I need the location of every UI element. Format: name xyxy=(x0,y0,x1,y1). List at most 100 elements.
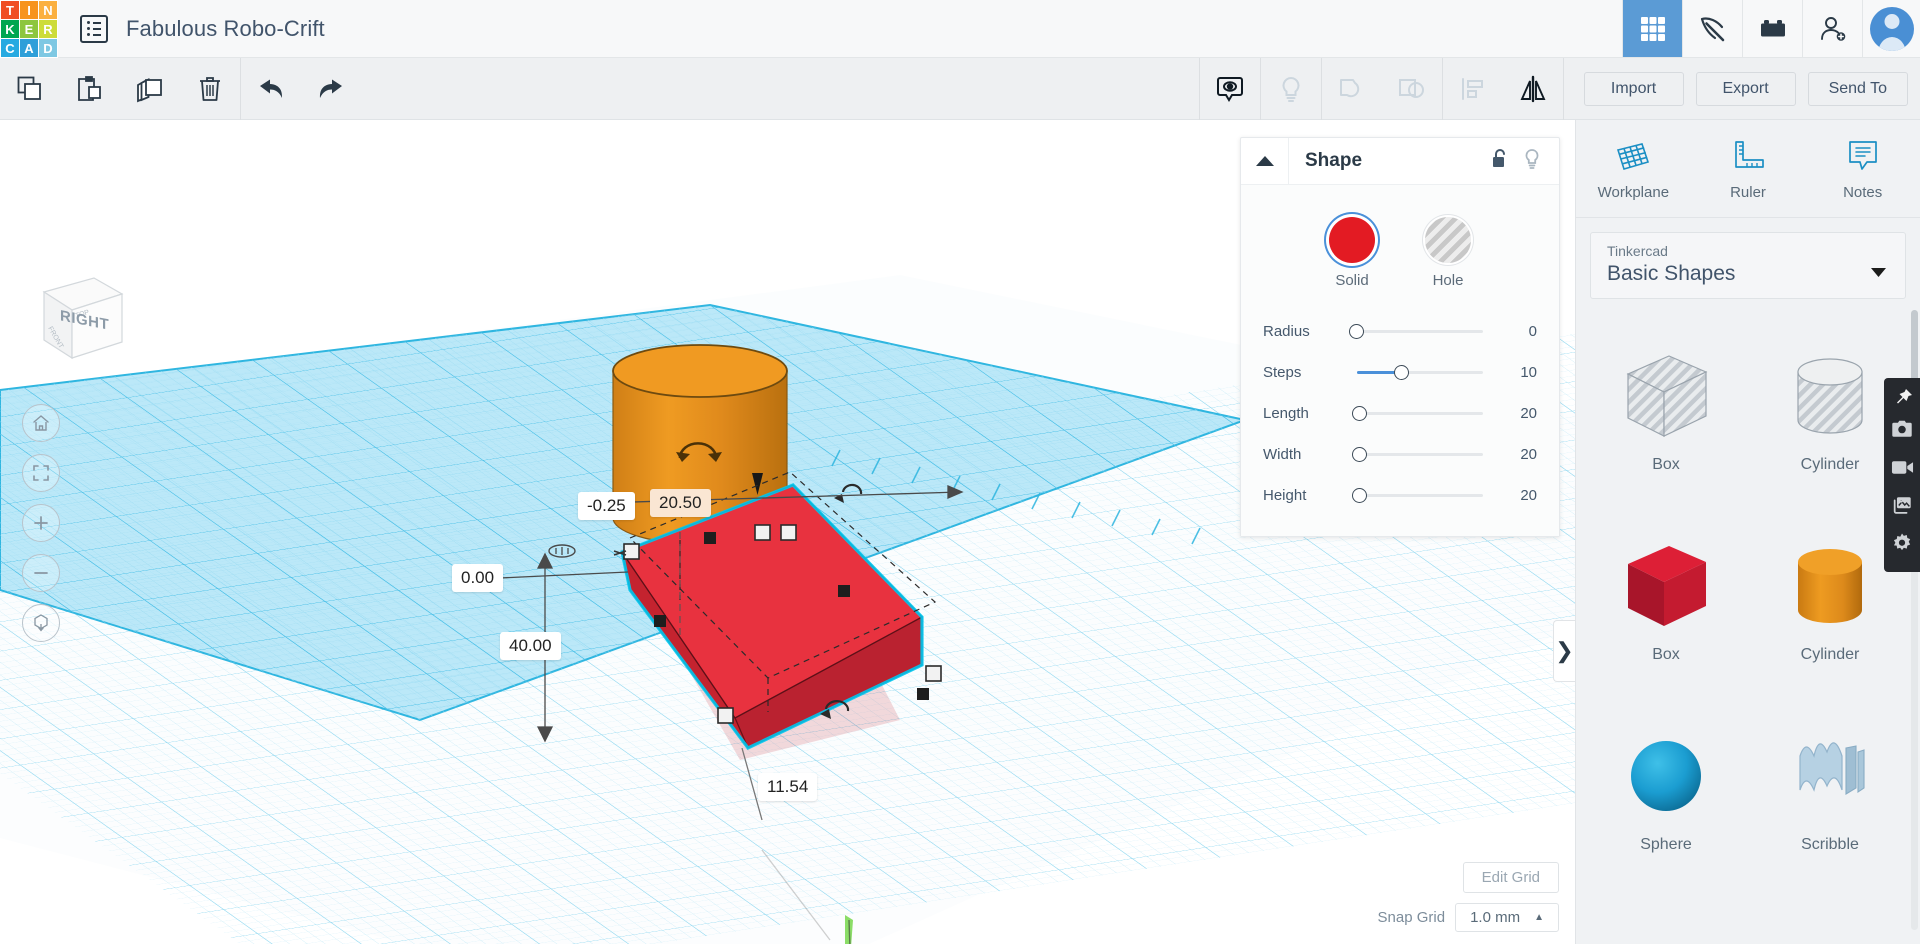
shape-scribble-label: Scribble xyxy=(1801,836,1859,854)
caret-down-icon xyxy=(1870,265,1887,283)
dim-x-position[interactable]: 11.54 xyxy=(758,773,817,801)
length-label: Length xyxy=(1263,405,1349,422)
tinkercad-logo[interactable]: TINKERCAD xyxy=(0,0,58,58)
steps-slider[interactable] xyxy=(1349,364,1497,382)
shape-mode-row: Solid Hole xyxy=(1241,203,1559,311)
dim-z-offset[interactable]: -0.25 xyxy=(578,492,635,520)
zoom-out-button[interactable] xyxy=(22,554,60,592)
shapes-sidebar: Workplane Ruler Notes Tinkercad Basic Sh… xyxy=(1575,120,1920,944)
shape-cylinder-hole-label: Cylinder xyxy=(1801,456,1860,474)
logo-tile-e: E xyxy=(20,20,38,38)
dim-height[interactable]: 20.50 xyxy=(650,489,711,517)
radius-label: Radius xyxy=(1263,323,1349,340)
width-slider[interactable] xyxy=(1349,446,1497,464)
pin-icon[interactable] xyxy=(1886,384,1920,410)
duplicate-icon[interactable] xyxy=(120,58,180,120)
grid-gallery-icon[interactable] xyxy=(1622,0,1682,57)
ruler-label: Ruler xyxy=(1730,184,1766,201)
zoom-in-button[interactable] xyxy=(22,504,60,542)
hole-mode-button[interactable]: Hole xyxy=(1425,217,1471,289)
gear-icon[interactable] xyxy=(1884,524,1920,562)
floating-capture-toolbar xyxy=(1884,378,1920,572)
lightbulb-icon[interactable] xyxy=(1261,58,1321,120)
shape-library-dropdown[interactable]: Tinkercad Basic Shapes xyxy=(1590,232,1906,299)
height-slider[interactable] xyxy=(1349,487,1497,505)
logo-tile-c: C xyxy=(1,39,19,57)
import-button[interactable]: Import xyxy=(1584,72,1684,106)
top-header-bar: TINKERCAD Fabulous Robo-Crift xyxy=(0,0,1920,58)
undo-icon[interactable] xyxy=(241,58,301,120)
library-name-label: Basic Shapes xyxy=(1607,262,1889,286)
sidebar-tools-row: Workplane Ruler Notes xyxy=(1576,120,1920,218)
chevron-up-icon[interactable] xyxy=(1241,138,1289,184)
header-left-group: Fabulous Robo-Crift xyxy=(58,0,325,57)
notes-label: Notes xyxy=(1843,184,1882,201)
shape-inspector-panel: Shape S xyxy=(1240,137,1560,537)
shape-gallery: Box Cylinder Box xyxy=(1576,302,1920,944)
slider-row-radius: Radius 0 xyxy=(1241,311,1559,352)
history-tools-group xyxy=(241,58,361,120)
sidebar-item-workplane[interactable]: Workplane xyxy=(1576,120,1691,217)
sidebar-item-ruler[interactable]: Ruler xyxy=(1691,120,1806,217)
solid-mode-button[interactable]: Solid xyxy=(1329,217,1375,289)
slider-row-width: Width 20 xyxy=(1241,434,1559,475)
length-value: 20 xyxy=(1497,405,1537,422)
shape-box-hole[interactable]: Box xyxy=(1584,316,1748,506)
show-hide-icon[interactable] xyxy=(1200,58,1260,120)
steps-label: Steps xyxy=(1263,364,1349,381)
lego-brick-icon[interactable] xyxy=(1742,0,1802,57)
radius-slider[interactable] xyxy=(1349,323,1497,341)
fit-to-view-button[interactable] xyxy=(22,454,60,492)
group-icon[interactable] xyxy=(1322,58,1382,120)
add-user-icon[interactable] xyxy=(1802,0,1862,57)
logo-tile-r: R xyxy=(39,20,57,38)
lightbulb-icon[interactable] xyxy=(1523,148,1541,175)
pickaxe-icon[interactable] xyxy=(1682,0,1742,57)
paste-icon[interactable] xyxy=(60,58,120,120)
shape-box-solid[interactable]: Box xyxy=(1584,506,1748,696)
header-right-group xyxy=(1622,0,1920,57)
logo-tile-a: A xyxy=(20,39,38,57)
width-value: 20 xyxy=(1497,446,1537,463)
hole-pattern-swatch[interactable] xyxy=(1425,217,1471,263)
length-slider[interactable] xyxy=(1349,405,1497,423)
view-cube[interactable]: TOP FRONT RIGHT xyxy=(26,270,136,365)
shape-sphere[interactable]: Sphere xyxy=(1584,696,1748,886)
list-icon[interactable] xyxy=(80,15,108,43)
solid-color-swatch[interactable] xyxy=(1329,217,1375,263)
images-icon[interactable] xyxy=(1884,486,1920,524)
redo-icon[interactable] xyxy=(301,58,361,120)
dim-length[interactable]: 40.00 xyxy=(500,632,561,660)
caret-up-icon: ▲ xyxy=(1534,912,1544,923)
video-icon[interactable] xyxy=(1884,448,1920,486)
align-icon[interactable] xyxy=(1443,58,1503,120)
edit-grid-button[interactable]: Edit Grid xyxy=(1463,862,1559,893)
send-to-button[interactable]: Send To xyxy=(1808,72,1908,106)
unlock-icon[interactable] xyxy=(1491,148,1509,175)
logo-tile-k: K xyxy=(1,20,19,38)
camera-icon[interactable] xyxy=(1884,410,1920,448)
delete-icon[interactable] xyxy=(180,58,240,120)
snap-grid-label: Snap Grid xyxy=(1378,909,1446,926)
shape-sphere-label: Sphere xyxy=(1640,836,1692,854)
panel-collapse-handle[interactable]: ❯ xyxy=(1553,620,1575,682)
workplane-label: Workplane xyxy=(1598,184,1669,201)
slider-row-length: Length 20 xyxy=(1241,393,1559,434)
hole-mode-label: Hole xyxy=(1433,272,1464,289)
sidebar-item-notes[interactable]: Notes xyxy=(1805,120,1920,217)
edit-tools-group xyxy=(0,58,240,120)
perspective-toggle-button[interactable] xyxy=(22,604,60,642)
copy-icon[interactable] xyxy=(0,58,60,120)
export-button[interactable]: Export xyxy=(1696,72,1796,106)
logo-tile-d: D xyxy=(39,39,57,57)
shape-scribble[interactable]: Scribble xyxy=(1748,696,1912,886)
avatar[interactable] xyxy=(1862,0,1920,57)
dim-y-origin[interactable]: 0.00 xyxy=(452,564,503,592)
home-view-button[interactable] xyxy=(22,404,60,442)
mirror-icon[interactable] xyxy=(1503,58,1563,120)
steps-value: 10 xyxy=(1497,364,1537,381)
ungroup-icon[interactable] xyxy=(1382,58,1442,120)
inspector-title: Shape xyxy=(1289,150,1362,172)
snap-grid-select[interactable]: 1.0 mm ▲ xyxy=(1455,903,1559,932)
logo-tile-i: I xyxy=(20,1,38,19)
